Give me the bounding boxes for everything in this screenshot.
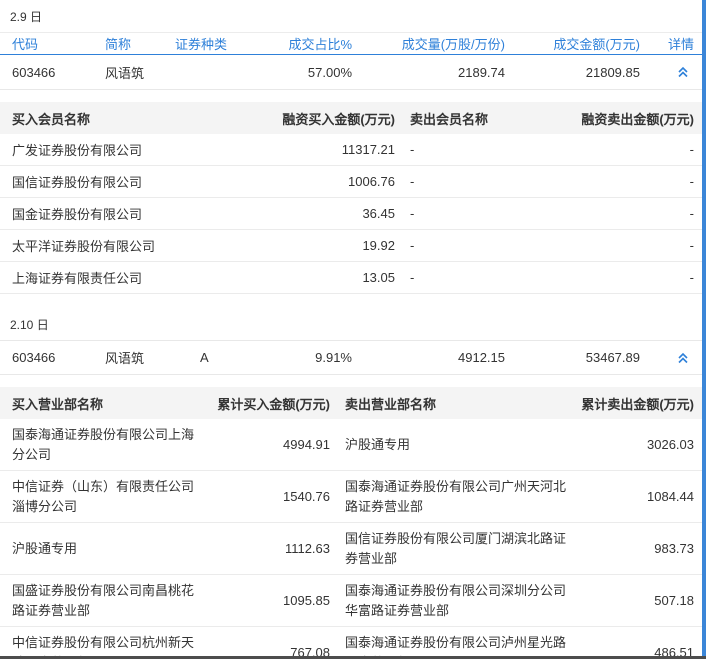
buy-amount: 1112.63 — [284, 540, 330, 556]
date-label: 2.10 日 — [10, 318, 49, 332]
column-header-type[interactable]: 证券种类 — [175, 34, 260, 53]
sub-col-buy-member: 买入会员名称 — [12, 111, 91, 127]
sub-col-buy-amount: 累计买入金额(万元) — [217, 396, 330, 412]
sub-col-sell-member: 卖出会员名称 — [410, 111, 489, 127]
scrollbar[interactable] — [702, 0, 706, 659]
table-header: 代码 简称 证券种类 成交占比% 成交量(万股/万份) 成交金额(万元) 详情 — [0, 32, 706, 55]
buy-branch-name: 国泰海通证券股份有限公司上海分公司 — [12, 426, 195, 462]
buy-member-name: 广发证券股份有限公司 — [12, 143, 143, 158]
sell-amount: - — [689, 142, 694, 157]
column-header-ratio[interactable]: 成交占比% — [260, 34, 352, 53]
column-header-name[interactable]: 简称 — [105, 34, 175, 53]
sub-table-header: 买入营业部名称 累计买入金额(万元) 卖出营业部名称 累计卖出金额(万元) — [0, 387, 706, 419]
double-chevron-up-icon — [678, 66, 688, 78]
amount: 53467.89 — [585, 350, 640, 365]
buy-member-name: 太平洋证券股份有限公司 — [12, 239, 156, 254]
sell-amount: 1084.44 — [647, 488, 694, 504]
date-label: 2.9 日 — [10, 10, 43, 24]
table-row: 沪股通专用 1112.63 国信证券股份有限公司厦门湖滨北路证券营业部 983.… — [0, 523, 706, 575]
sell-member-name: - — [410, 270, 415, 285]
sell-member-name: - — [410, 206, 415, 221]
section-2-9: 2.9 日 代码 简称 证券种类 成交占比% 成交量(万股/万份) 成交金额(万… — [0, 0, 706, 294]
sell-amount: 3026.03 — [647, 436, 694, 452]
buy-amount: 1095.85 — [283, 592, 330, 608]
sell-member-name: - — [410, 238, 415, 253]
sub-col-sell-branch: 卖出营业部名称 — [345, 396, 437, 412]
buy-member-name: 国金证券股份有限公司 — [12, 207, 143, 222]
sell-branch-name: 国信证券股份有限公司厦门湖滨北路证券营业部 — [345, 530, 567, 566]
table-row: 中信证券股份有限公司杭州新天地证券营业部 767.08 国泰海通证券股份有限公司… — [0, 627, 706, 659]
buy-amount: 19.92 — [362, 238, 395, 253]
buy-amount: 1540.76 — [283, 488, 330, 504]
table-row: 国金证券股份有限公司 36.45 - - — [0, 198, 706, 230]
summary-row[interactable]: 603466 风语筑 A 9.91% 4912.15 53467.89 — [0, 340, 706, 375]
sub-col-sell-amount: 融资卖出金额(万元) — [581, 111, 694, 127]
sub-col-sell-amount: 累计卖出金额(万元) — [581, 396, 694, 412]
table-row: 国盛证券股份有限公司南昌桃花路证券营业部 1095.85 国泰海通证券股份有限公… — [0, 575, 706, 627]
collapse-button[interactable] — [640, 65, 694, 79]
buy-member-name: 国信证券股份有限公司 — [12, 175, 143, 190]
sell-amount: - — [689, 270, 694, 285]
column-header-volume[interactable]: 成交量(万股/万份) — [352, 34, 505, 53]
buy-branch-name: 沪股通专用 — [12, 540, 78, 556]
sell-branch-name: 国泰海通证券股份有限公司广州天河北路证券营业部 — [345, 478, 567, 514]
table-row: 国信证券股份有限公司 1006.76 - - — [0, 166, 706, 198]
table-row: 上海证券有限责任公司 13.05 - - — [0, 262, 706, 294]
sell-amount: - — [689, 206, 694, 221]
stock-name: 风语筑 — [105, 65, 145, 81]
security-type: A — [200, 350, 209, 365]
volume: 4912.15 — [458, 350, 505, 365]
volume: 2189.74 — [458, 64, 505, 80]
section-2-10: 2.10 日 603466 风语筑 A 9.91% 4912.15 53467.… — [0, 294, 706, 659]
buy-amount: 36.45 — [362, 206, 395, 221]
buy-amount: 1006.76 — [348, 174, 395, 189]
sell-member-name: - — [410, 142, 415, 157]
buy-member-name: 上海证券有限责任公司 — [12, 271, 143, 286]
sell-member-name: - — [410, 174, 415, 189]
column-header-code[interactable]: 代码 — [12, 34, 105, 53]
buy-amount: 4994.91 — [283, 436, 330, 452]
table-row: 中信证券（山东）有限责任公司淄博分公司 1540.76 国泰海通证券股份有限公司… — [0, 471, 706, 523]
sub-col-buy-amount: 融资买入金额(万元) — [282, 111, 395, 127]
stock-code: 603466 — [12, 64, 56, 80]
sub-col-buy-branch: 买入营业部名称 — [12, 396, 104, 412]
stock-name: 风语筑 — [105, 351, 145, 366]
double-chevron-up-icon — [678, 352, 688, 363]
table-row: 太平洋证券股份有限公司 19.92 - - — [0, 230, 706, 262]
amount: 21809.85 — [585, 64, 640, 80]
stock-code: 603466 — [12, 350, 56, 365]
table-row: 国泰海通证券股份有限公司上海分公司 4994.91 沪股通专用 3026.03 — [0, 419, 706, 471]
turnover-ratio: 9.91% — [315, 350, 352, 365]
dragon-tiger-list-panel: 2.9 日 代码 简称 证券种类 成交占比% 成交量(万股/万份) 成交金额(万… — [0, 0, 706, 659]
sell-amount: - — [689, 174, 694, 189]
sell-amount: 983.73 — [654, 540, 694, 556]
buy-branch-name: 中信证券（山东）有限责任公司淄博分公司 — [12, 478, 195, 514]
column-header-detail[interactable]: 详情 — [640, 34, 694, 53]
column-header-amount[interactable]: 成交金额(万元) — [505, 34, 640, 53]
buy-amount: 13.05 — [362, 270, 395, 285]
summary-row[interactable]: 603466 风语筑 57.00% 2189.74 21809.85 — [0, 55, 706, 90]
sell-amount: 507.18 — [654, 592, 694, 608]
collapse-button[interactable] — [640, 351, 694, 365]
turnover-ratio: 57.00% — [307, 64, 352, 80]
sell-branch-name: 国泰海通证券股份有限公司深圳分公司华富路证券营业部 — [345, 582, 567, 618]
sub-table-header: 买入会员名称 融资买入金额(万元) 卖出会员名称 融资卖出金额(万元) — [0, 102, 706, 134]
sell-amount: - — [689, 238, 694, 253]
buy-amount: 11317.21 — [341, 142, 395, 157]
table-row: 广发证券股份有限公司 11317.21 - - — [0, 134, 706, 166]
sell-branch-name: 沪股通专用 — [345, 436, 411, 452]
buy-branch-name: 国盛证券股份有限公司南昌桃花路证券营业部 — [12, 582, 195, 618]
